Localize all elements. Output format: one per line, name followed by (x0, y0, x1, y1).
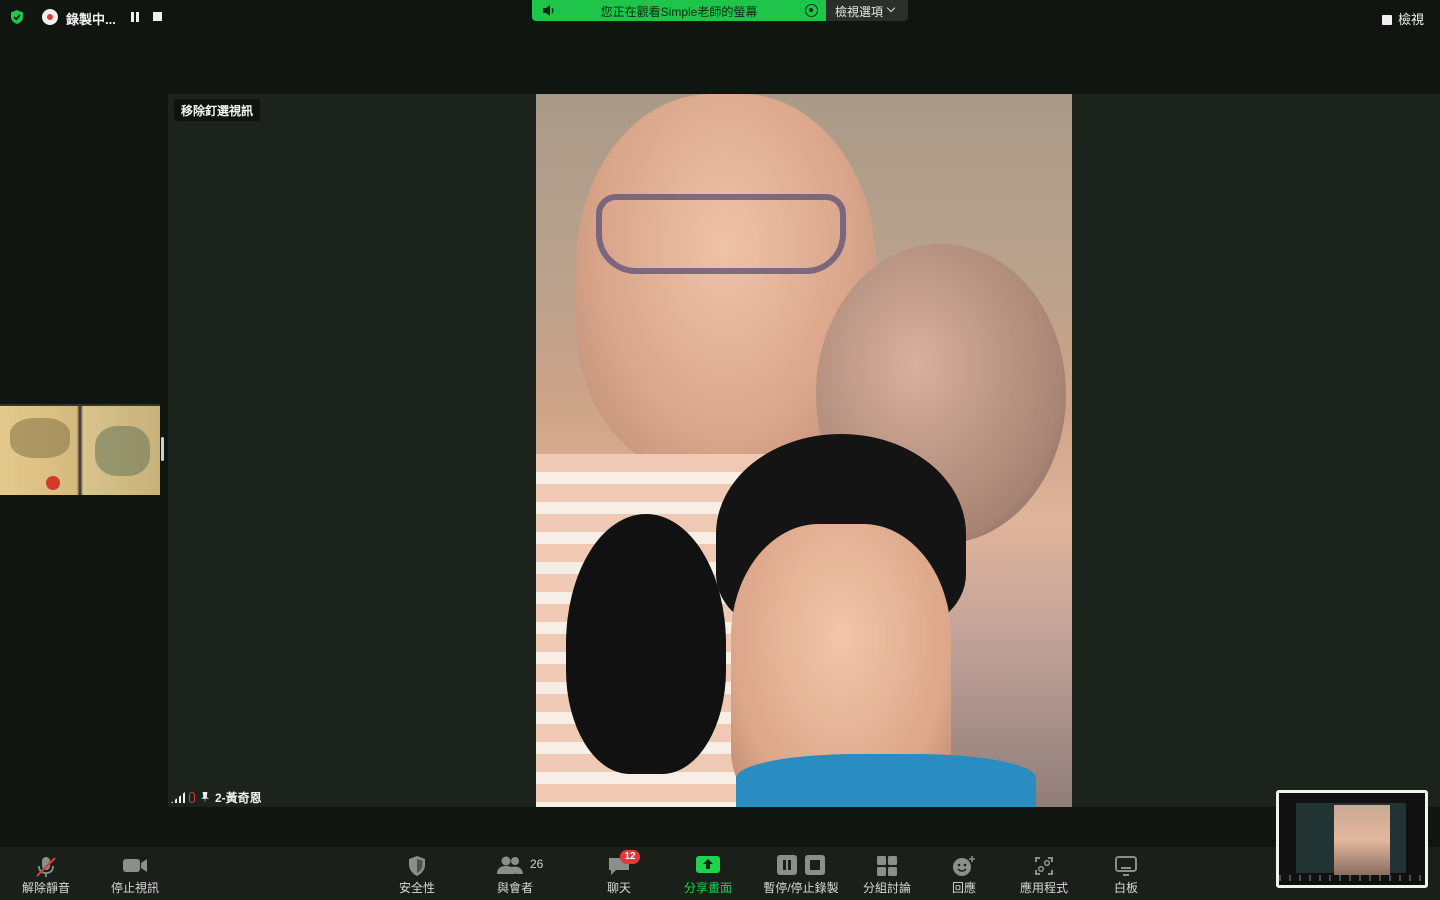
mini-meeting-window[interactable] (1276, 790, 1428, 888)
reactions-label: 回應 (951, 881, 976, 895)
view-button[interactable]: 檢視 (1381, 9, 1424, 28)
chat-label: 聊天 (606, 881, 631, 895)
chat-badge: 12 (620, 850, 640, 864)
chevron-down-icon (886, 3, 896, 13)
view-icon (1381, 15, 1392, 25)
pin-icon (201, 792, 209, 803)
thumb-illustration (95, 426, 150, 476)
meeting-toolbar: 解除靜音 停止視訊 安全性 26 與會者 12 聊天 分享畫面 暫停/停止錄製 … (0, 847, 1440, 900)
shared-screen-thumbnail[interactable] (0, 404, 160, 495)
pause-stop-recording-label: 暫停/停止錄製 (763, 881, 839, 895)
pause-icon[interactable] (130, 12, 140, 22)
share-screen-button[interactable]: 分享畫面 (680, 847, 736, 900)
share-arrow-icon (696, 856, 720, 873)
participants-count: 26 (530, 857, 544, 871)
video-child-shirt (736, 754, 1036, 807)
whiteboard-icon (1115, 856, 1137, 876)
participants-icon (497, 856, 523, 874)
signal-icon (171, 792, 185, 803)
whiteboard-label: 白板 (1113, 881, 1138, 895)
participants-label: 與會者 (496, 881, 533, 895)
view-options-label: 檢視選項 (835, 5, 884, 19)
thumb-red-mark (46, 476, 60, 490)
pause-stop-icon (777, 855, 825, 875)
breakout-rooms-label: 分組討論 (862, 881, 911, 895)
screen-share-banner: 您正在觀看Simple老師的螢幕 (532, 0, 826, 21)
stop-icon[interactable] (153, 12, 162, 21)
pinned-participant-video[interactable] (536, 94, 1072, 807)
mini-video (1334, 805, 1390, 875)
security-shield-icon (409, 856, 425, 876)
breakout-rooms-button[interactable]: 分組討論 (858, 847, 916, 900)
unmute-button[interactable]: 解除靜音 (14, 847, 78, 900)
video-glasses (596, 194, 846, 274)
security-button[interactable]: 安全性 (392, 847, 442, 900)
video-camera-icon (123, 859, 147, 872)
thumb-illustration (10, 418, 70, 458)
share-screen-label: 分享畫面 (683, 881, 732, 895)
mic-off-icon (189, 792, 195, 803)
top-bar: 錄製中... 您正在觀看Simple老師的螢幕 檢視選項 檢視 (0, 0, 1440, 34)
participants-button[interactable]: 26 與會者 (490, 847, 544, 900)
chat-button[interactable]: 12 聊天 (598, 847, 640, 900)
mic-icon (36, 857, 56, 877)
view-options-button[interactable]: 檢視選項 (826, 0, 908, 21)
apps-icon (1035, 857, 1053, 875)
participant-name: 2-黃奇恩 (215, 791, 262, 805)
stop-video-button[interactable]: 停止視訊 (104, 847, 166, 900)
stop-video-label: 停止視訊 (110, 881, 159, 895)
security-label: 安全性 (398, 881, 435, 895)
resize-handle[interactable] (161, 437, 164, 461)
banner-text: 您正在觀看Simple老師的螢幕 (600, 5, 758, 19)
whiteboard-button[interactable]: 白板 (1104, 847, 1148, 900)
view-label: 檢視 (1397, 12, 1424, 27)
breakout-grid-icon (877, 856, 897, 876)
video-shirt-graphic (566, 514, 726, 774)
reactions-button[interactable]: 回應 (942, 847, 986, 900)
record-icon (42, 9, 58, 25)
mini-toolbar (1279, 875, 1425, 881)
recording-label: 錄製中... (66, 12, 116, 27)
apps-label: 應用程式 (1019, 881, 1068, 895)
apps-button[interactable]: 應用程式 (1014, 847, 1074, 900)
reaction-smile-icon (953, 856, 975, 876)
participant-name-tag: 2-黃奇恩 (171, 789, 262, 806)
shield-check-icon[interactable] (9, 9, 25, 25)
unmute-label: 解除靜音 (21, 881, 70, 895)
target-icon[interactable] (805, 4, 818, 17)
unpin-video-button[interactable]: 移除釘選視訊 (174, 99, 261, 121)
pause-stop-recording-button[interactable]: 暫停/停止錄製 (756, 847, 846, 900)
